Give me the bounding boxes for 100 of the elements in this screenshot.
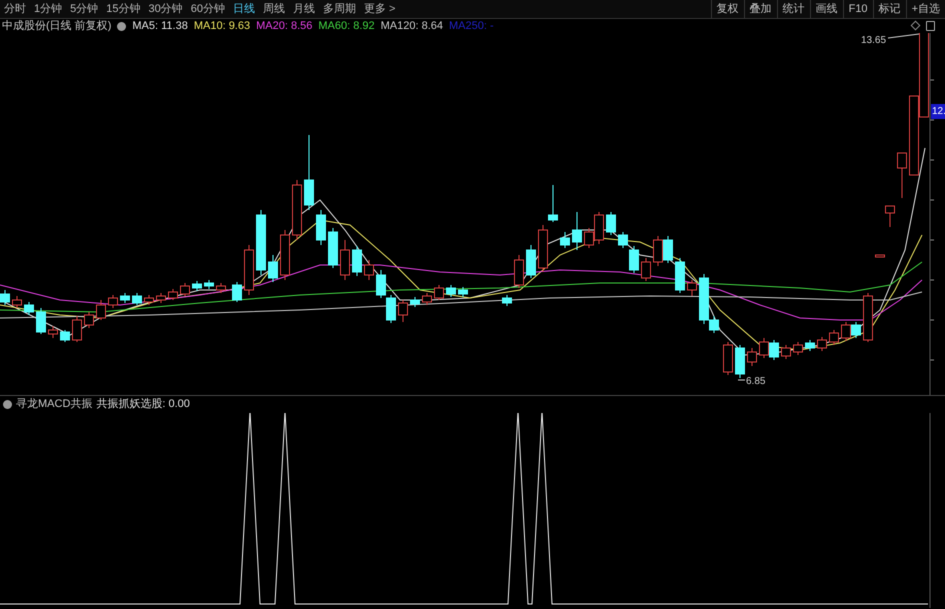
candlestick: [0, 290, 10, 306]
candlestick: [398, 300, 408, 322]
toolbar-button[interactable]: 统计: [776, 0, 810, 18]
candlestick: [863, 292, 873, 342]
indicator-reading: 共振抓妖选股: 0.00: [96, 397, 190, 412]
candlestick: [875, 254, 885, 258]
toolbar-button[interactable]: 复权: [710, 0, 744, 18]
candlestick: [526, 244, 536, 278]
candlestick: [204, 280, 214, 290]
candlestick: [841, 322, 851, 342]
candlestick: [538, 224, 548, 272]
candlestick: [256, 210, 266, 276]
period-tab[interactable]: 1分钟: [30, 0, 66, 18]
candlestick: [352, 246, 362, 276]
candlestick: [156, 292, 166, 304]
candlestick: [84, 312, 94, 328]
candlestick: [829, 330, 839, 346]
candlestick: [364, 260, 374, 280]
candlestick: [244, 244, 254, 296]
period-tab[interactable]: 5分钟: [66, 0, 102, 18]
settings-icon[interactable]: [3, 400, 12, 409]
candlestick: [216, 282, 226, 294]
period-tab[interactable]: 多周期: [319, 0, 360, 18]
candlestick: [885, 206, 895, 228]
candlestick: [769, 340, 779, 360]
leader-line: [888, 34, 920, 38]
candlestick: [144, 294, 154, 306]
candlestick: [817, 336, 827, 352]
moving-average-label: MA10: 9.63: [194, 18, 250, 34]
candlestick: [422, 292, 432, 306]
candlestick: [572, 212, 582, 250]
candlestick: [663, 236, 673, 264]
candlestick: [60, 330, 70, 342]
candlestick: [232, 282, 242, 302]
candlestick: [340, 240, 350, 280]
candlestick: [386, 294, 396, 324]
candlestick: [781, 344, 791, 360]
candlestick: [24, 302, 34, 316]
toolbar-button[interactable]: 叠加: [744, 0, 777, 18]
chart-title: 中成股份(日线 前复权): [2, 18, 112, 34]
period-tab[interactable]: 30分钟: [144, 0, 187, 18]
candlestick: [653, 236, 663, 266]
candlestick: [759, 338, 769, 358]
candlestick: [132, 292, 142, 306]
candlestick: [268, 254, 278, 282]
toolbar-button[interactable]: 标记: [872, 0, 906, 18]
candlestick: [560, 232, 570, 248]
candlestick: [376, 270, 386, 298]
candlestick: [514, 254, 524, 288]
moving-average-label: MA120: 8.64: [380, 18, 444, 34]
candlestick: [675, 258, 685, 294]
candlestick: [96, 300, 106, 320]
candlestick: [458, 286, 468, 298]
candlestick: [168, 288, 178, 300]
candlestick: [641, 258, 651, 282]
candlestick: [502, 294, 512, 306]
toolbar-button[interactable]: 画线: [810, 0, 843, 18]
toolbar-button[interactable]: +自选: [906, 0, 945, 18]
candlestick: [410, 296, 420, 308]
period-tab[interactable]: 日线: [229, 0, 259, 18]
moving-average-label: MA5: 11.38: [132, 18, 188, 34]
candlestick: [72, 316, 82, 342]
toolbar-button[interactable]: F10: [842, 0, 873, 18]
candlestick: [36, 308, 46, 334]
candlestick: [280, 230, 290, 280]
high-price-label: 13.65: [861, 34, 886, 48]
candlestick: [851, 322, 861, 338]
candlestick: [805, 340, 815, 352]
settings-icon[interactable]: [117, 22, 126, 30]
candlestick: [747, 348, 757, 366]
moving-average-label: MA250: -: [449, 18, 494, 34]
panel-icon[interactable]: [926, 21, 935, 31]
period-tab[interactable]: 15分钟: [102, 0, 144, 18]
period-tab[interactable]: 月线: [289, 0, 319, 18]
candlestick: [548, 184, 558, 222]
candlestick: [793, 342, 803, 356]
moving-average-label: MA20: 8.56: [256, 18, 312, 34]
candlestick: [12, 296, 22, 308]
candlestick: [108, 294, 118, 308]
candlestick: [180, 282, 190, 296]
period-tab[interactable]: 60分钟: [186, 0, 229, 18]
moving-average-label: MA60: 8.92: [318, 18, 375, 34]
candlestick: [606, 212, 616, 236]
candlestick: [192, 280, 202, 292]
candlestick: [434, 284, 444, 300]
candlestick: [687, 280, 697, 296]
indicator-name: 寻龙MACD共振: [16, 397, 92, 412]
candlestick: [292, 180, 302, 240]
candlestick: [328, 228, 338, 268]
candlestick: [735, 344, 745, 378]
period-tab[interactable]: 分时: [0, 0, 30, 18]
candlestick: [120, 292, 130, 304]
candlestick: [897, 152, 907, 198]
candlestick: [446, 284, 456, 298]
low-price-label: 6.85: [746, 375, 766, 389]
price-badge: 12.: [931, 104, 945, 119]
candlestick: [723, 342, 733, 376]
period-tab[interactable]: 更多 >: [360, 0, 400, 18]
period-tab[interactable]: 周线: [259, 0, 289, 18]
candlestick: [316, 210, 326, 246]
